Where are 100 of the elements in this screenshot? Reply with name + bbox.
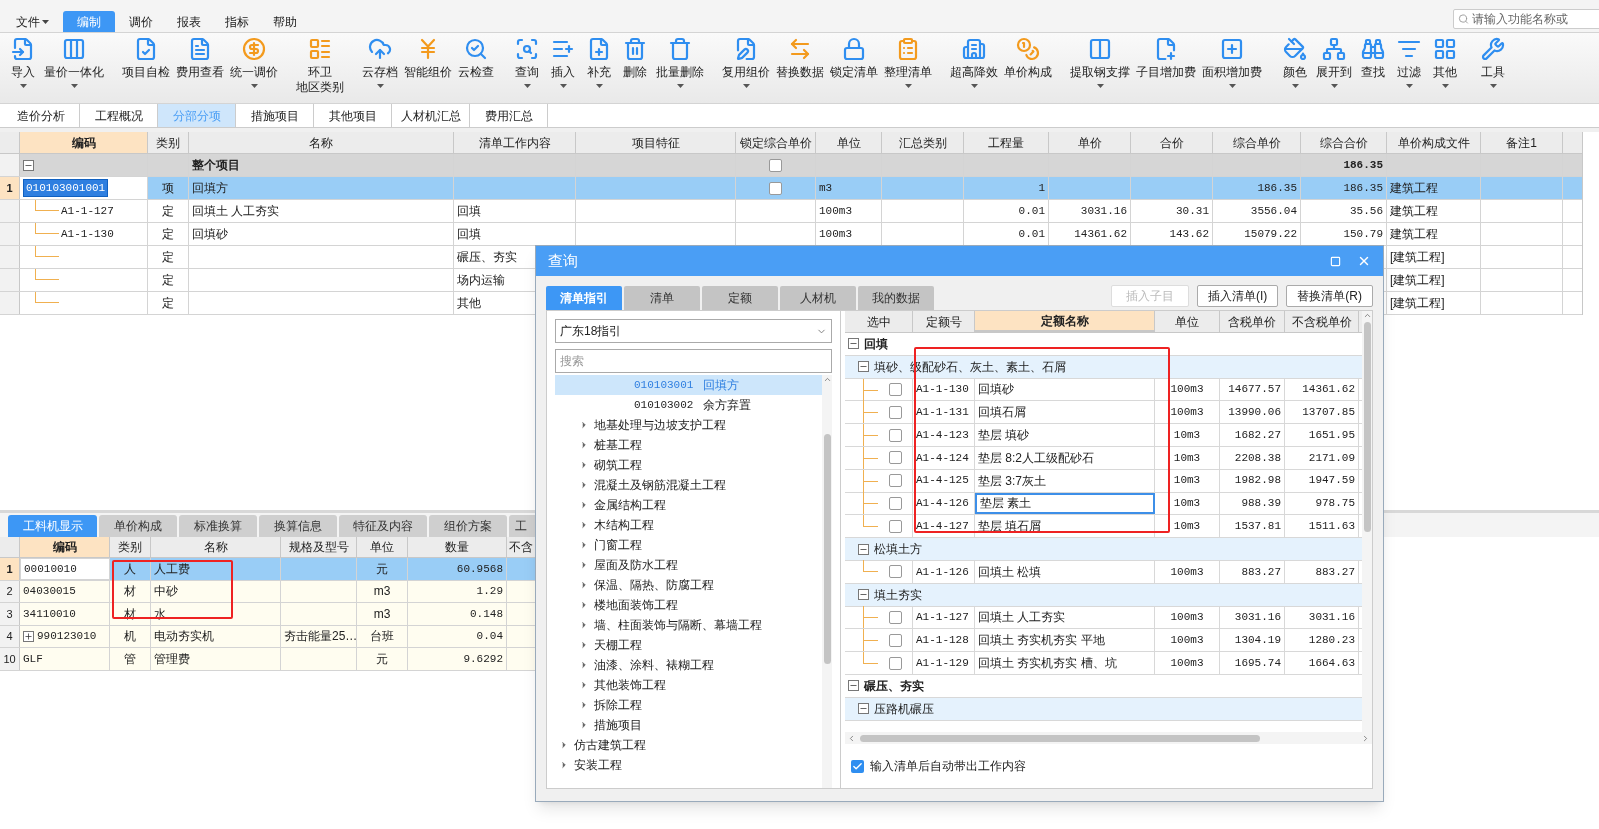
table-cell-text: 14361.62	[1074, 226, 1127, 242]
table-cell-text: 10m3	[1173, 519, 1201, 534]
table-cell-text: 2171.09	[1308, 450, 1355, 466]
table-cell-text: 1	[1038, 180, 1045, 196]
table-cell-text: 回填	[457, 203, 481, 220]
table-cell-text: 1537.81	[1234, 519, 1281, 534]
table-cell-text: 0.01	[1018, 226, 1045, 242]
table-cell-text: 回填方	[192, 180, 228, 197]
table-cell-text: 100m3	[1170, 564, 1204, 580]
group-label: 填土夯实	[874, 586, 922, 604]
table-cell-text: 定	[162, 249, 174, 266]
table-cell-text: 项	[162, 180, 174, 197]
table-cell-text: 建筑工程	[1390, 180, 1438, 197]
table-cell-text: 100m3	[1170, 405, 1204, 421]
table-cell-text: A1-1-130	[61, 226, 114, 242]
table-cell-text: 10m3	[1173, 450, 1201, 466]
table-cell-text: 13990.06	[1228, 405, 1281, 421]
table-cell-text: 30.31	[1176, 203, 1209, 219]
table-cell-text: [建筑工程]	[1390, 249, 1445, 266]
table-cell-text: m3	[373, 605, 391, 623]
table-cell-text: 1695.74	[1234, 655, 1281, 671]
table-cell-text: 垫层 8:2人工级配砂石	[978, 449, 1094, 467]
table-cell-text: 9.6292	[463, 651, 503, 667]
table-cell-text: 10m3	[1173, 473, 1201, 489]
group-label: 回填	[864, 335, 888, 353]
table-cell-text: 04030015	[23, 584, 76, 599]
table-cell-text: 60.9568	[456, 561, 503, 577]
table-cell-text: 3031.16	[1308, 610, 1355, 626]
table-cell-text: 14677.57	[1228, 382, 1281, 398]
table-cell-text: A1-4-123	[916, 427, 969, 443]
table-cell-text: 元	[376, 650, 388, 668]
table-cell-text: 990123010	[37, 629, 97, 644]
table-cell-text: 元	[376, 560, 388, 578]
table-cell-text: 1.29	[476, 584, 503, 599]
table-cell-text: 3031.16	[1080, 203, 1127, 219]
table-cell-text: A1-1-131	[916, 405, 969, 421]
table-cell-text: 定	[162, 295, 174, 312]
table-cell-text: 2208.38	[1234, 450, 1281, 466]
table-cell-text: 143.62	[1169, 226, 1209, 242]
table-cell-text: 1664.63	[1308, 655, 1355, 671]
tree-code: 010103001	[634, 377, 694, 393]
table-cell-text: 10m3	[1173, 427, 1201, 443]
table-cell-text: 15079.22	[1244, 226, 1297, 242]
table-cell-text: A1-1-127	[61, 203, 114, 219]
table-cell-text: 回填石屑	[978, 404, 1026, 422]
table-cell-text: 1651.95	[1308, 427, 1355, 443]
table-cell-text: A1-4-127	[916, 519, 969, 534]
table-cell-text: 中砂	[154, 583, 178, 601]
table-cell-text: 管理费	[154, 650, 190, 668]
table-cell-text: 883.27	[1241, 564, 1281, 580]
table-cell-text: 1947.59	[1308, 473, 1355, 489]
table-cell-text: 垫层 素土	[980, 495, 1032, 513]
table-cell-text: 10m3	[1173, 496, 1201, 512]
tree-code: 010103002	[634, 397, 694, 413]
table-cell-text: A1-4-126	[916, 496, 969, 512]
table-cell-text: A1-1-130	[916, 382, 969, 398]
table-cell-text: [建筑工程]	[1390, 295, 1445, 312]
table-cell-text: 定	[162, 203, 174, 220]
table-cell-text: 100m3	[819, 203, 852, 219]
table-cell-text: 150.79	[1343, 226, 1383, 242]
table-cell-text: [建筑工程]	[1390, 272, 1445, 289]
table-cell-text: 回填	[457, 226, 481, 243]
table-cell-text: 1511.63	[1308, 519, 1355, 534]
table-cell-text: GLF	[23, 651, 43, 667]
table-cell-text: 人工费	[154, 560, 190, 578]
table-cell-text: 186.35	[1257, 180, 1297, 196]
table-cell-text: 00010010	[24, 561, 77, 577]
table-cell-text: 35.56	[1350, 203, 1383, 219]
table-cell-text: 定	[162, 226, 174, 243]
table-cell-text: 人	[124, 560, 136, 578]
table-cell-text: 电动夯实机	[154, 628, 214, 646]
table-cell-text: 100m3	[819, 226, 852, 242]
table-cell-text: 0.01	[1018, 203, 1045, 219]
table-cell-text: 186.35	[1343, 180, 1383, 196]
table-cell-text: 186.35	[1343, 157, 1383, 173]
table-cell-text: 回填土 人工夯实	[978, 609, 1066, 627]
table-cell-text: 3031.16	[1234, 610, 1281, 626]
table-cell-text: 883.27	[1315, 564, 1355, 580]
table-cell-text: 建筑工程	[1390, 203, 1438, 220]
table-cell-text: A1-1-128	[916, 633, 969, 648]
table-cell-text: 1304.19	[1234, 633, 1281, 648]
table-cell-text: 回填砂	[192, 226, 228, 243]
group-label: 松填土方	[874, 541, 922, 559]
dialog-title: 查询	[548, 250, 578, 271]
table-cell-text: 978.75	[1315, 496, 1355, 512]
table-cell-text: 0.148	[470, 606, 503, 622]
table-cell-text: 回填土 松填	[978, 563, 1042, 581]
table-cell-text: 14361.62	[1302, 382, 1355, 398]
table-cell-text: 1280.23	[1308, 633, 1355, 648]
table-cell-text: A1-1-127	[916, 610, 969, 626]
table-cell-text: A1-1-126	[916, 564, 969, 580]
table-cell-text: A1-4-124	[916, 450, 969, 466]
group-label: 压路机碾压	[874, 700, 934, 718]
checkbox-label: 输入清单后自动带出工作内容	[870, 758, 1026, 775]
table-cell-text: 100m3	[1170, 655, 1204, 671]
table-cell-text: 100m3	[1170, 610, 1204, 626]
table-cell-text: m3	[373, 583, 391, 601]
table-cell-text: 夯击能量25…	[284, 628, 356, 646]
table-cell-text: 垫层 3:7灰土	[978, 472, 1046, 490]
table-cell-text: A1-1-129	[916, 655, 969, 671]
